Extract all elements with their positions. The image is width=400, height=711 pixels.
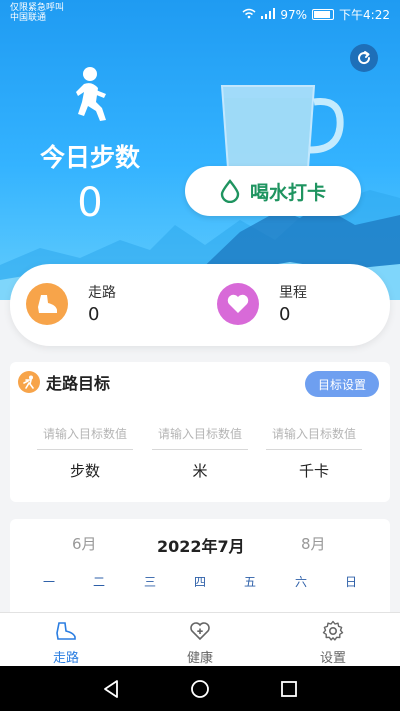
distance-stat-value: 0 (279, 304, 291, 325)
weekday-fri: 五 (243, 575, 256, 589)
weekday-tue: 二 (92, 575, 105, 589)
walking-goal-card: 走路目标 目标设置 步数 米 千卡 (10, 362, 390, 502)
home-icon[interactable] (189, 678, 211, 700)
water-checkin-label: 喝水打卡 (249, 181, 326, 204)
calories-goal-input[interactable] (266, 418, 362, 450)
meters-goal-input[interactable] (152, 418, 248, 450)
goal-settings-button[interactable]: 目标设置 (305, 371, 379, 397)
battery-percent: 97% (280, 7, 308, 22)
current-month: 2022年7月 (157, 537, 245, 556)
heart-icon (217, 282, 259, 325)
heart-plus-icon (165, 619, 235, 643)
header-hero: 仅限紧急呼叫 中国联通 97% 下午4:22 今日步数 0 喝水打卡 (0, 0, 400, 300)
meters-goal-field: 米 (152, 418, 248, 481)
shoe-icon (31, 619, 101, 643)
weekday-sun: 日 (344, 575, 357, 589)
shoe-icon (26, 282, 68, 325)
goal-title: 走路目标 (46, 374, 111, 393)
water-checkin-button[interactable]: 喝水打卡 (185, 166, 361, 216)
refresh-icon (358, 51, 371, 65)
weekday-mon: 一 (42, 575, 55, 589)
water-cup-illustration (220, 85, 344, 173)
nav-item-health[interactable]: 健康 (165, 619, 235, 666)
system-navigation-bar (0, 666, 400, 711)
status-bar: 仅限紧急呼叫 中国联通 97% 下午4:22 (0, 0, 400, 28)
back-icon[interactable] (100, 678, 122, 700)
weekday-wed: 三 (143, 575, 156, 589)
emergency-label: 仅限紧急呼叫 (10, 3, 65, 13)
steps-title: 今日步数 (39, 143, 140, 172)
calories-goal-field: 千卡 (266, 418, 362, 481)
runner-icon (76, 67, 106, 121)
calendar-card: 6月 2022年7月 8月 一 二 三 四 五 六 日 (10, 519, 390, 619)
battery-icon (312, 9, 335, 20)
steps-goal-input[interactable] (37, 418, 133, 450)
gear-icon (298, 619, 368, 643)
next-month-button[interactable]: 8月 (301, 533, 326, 554)
distance-stat-label: 里程 (279, 285, 307, 301)
clock: 下午4:22 (339, 8, 390, 22)
walk-stat-value: 0 (88, 304, 100, 325)
steps-value: 0 (77, 180, 103, 226)
wifi-icon (242, 8, 256, 22)
nav-item-walk[interactable]: 走路 (31, 619, 101, 666)
water-drop-icon (220, 179, 240, 203)
nav-health-label: 健康 (186, 651, 213, 666)
calories-goal-unit: 千卡 (298, 462, 329, 480)
carrier-label: 中国联通 (10, 13, 47, 23)
meters-goal-unit: 米 (192, 462, 208, 480)
refresh-button[interactable] (350, 44, 378, 72)
distance-stat: 里程 0 (217, 282, 307, 325)
nav-walk-label: 走路 (52, 651, 79, 666)
signal-icon (261, 7, 276, 22)
bottom-nav: 走路 健康 设置 (0, 612, 400, 666)
stats-card: 走路 0 里程 0 (10, 264, 390, 346)
carrier-info: 仅限紧急呼叫 中国联通 (10, 3, 64, 23)
nav-settings-label: 设置 (319, 651, 346, 666)
running-icon (18, 371, 40, 393)
steps-goal-field: 步数 (37, 418, 133, 481)
walk-stat-label: 走路 (88, 285, 116, 301)
steps-goal-unit: 步数 (69, 462, 100, 480)
nav-item-settings[interactable]: 设置 (298, 619, 368, 666)
recents-icon[interactable] (278, 678, 300, 700)
weekday-thu: 四 (193, 575, 206, 589)
walk-stat: 走路 0 (26, 282, 116, 325)
weekday-sat: 六 (294, 575, 307, 589)
status-indicators: 97% 下午4:22 (242, 6, 390, 23)
prev-month-button[interactable]: 6月 (72, 533, 97, 554)
